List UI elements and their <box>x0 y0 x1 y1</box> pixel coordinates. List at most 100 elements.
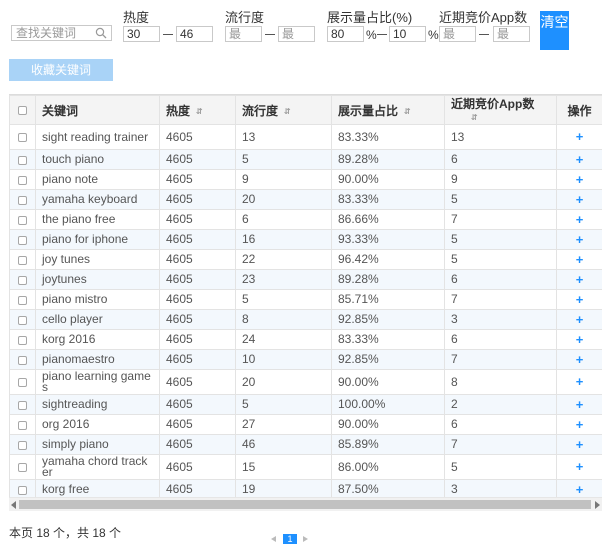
share-filter-label: 展示量占比(%) <box>327 7 412 26</box>
search-icon[interactable] <box>95 27 107 39</box>
add-keyword-icon[interactable]: + <box>576 352 584 367</box>
row-checkbox[interactable] <box>18 176 27 185</box>
add-keyword-icon[interactable]: + <box>576 252 584 267</box>
row-checkbox[interactable] <box>18 421 27 430</box>
select-all-checkbox[interactable] <box>18 106 27 115</box>
scrollbar-thumb[interactable] <box>19 500 591 509</box>
row-checkbox[interactable] <box>18 256 27 265</box>
row-checkbox[interactable] <box>18 441 27 450</box>
add-keyword-icon[interactable]: + <box>576 232 584 247</box>
heat-min-input[interactable] <box>123 26 160 42</box>
heat-cell: 4605 <box>160 370 236 395</box>
add-keyword-icon[interactable]: + <box>576 312 584 327</box>
scroll-right-arrow-icon[interactable] <box>595 501 600 509</box>
popularity-cell: 5 <box>236 290 332 310</box>
share-min-percent: % <box>366 28 377 42</box>
add-keyword-icon[interactable]: + <box>576 129 584 144</box>
row-select-cell <box>10 230 36 250</box>
heat-max-input[interactable] <box>176 26 213 42</box>
actions-cell: + <box>557 170 602 190</box>
heat-cell: 4605 <box>160 330 236 350</box>
add-keyword-icon[interactable]: + <box>576 332 584 347</box>
apps-cell: 9 <box>445 170 557 190</box>
apps-min-input[interactable] <box>439 26 476 42</box>
row-select-cell <box>10 270 36 290</box>
share-cell: 89.28% <box>332 150 445 170</box>
popularity-cell: 13 <box>236 125 332 150</box>
sort-icon[interactable]: ⇵ <box>471 111 479 124</box>
add-keyword-icon[interactable]: + <box>576 272 584 287</box>
add-keyword-icon[interactable]: + <box>576 417 584 432</box>
keyword-search-input[interactable] <box>12 26 94 40</box>
row-checkbox[interactable] <box>18 196 27 205</box>
sort-icon[interactable]: ⇵ <box>196 107 204 116</box>
popularity-min-input[interactable] <box>225 26 262 42</box>
row-checkbox[interactable] <box>18 276 27 285</box>
row-checkbox[interactable] <box>18 236 27 245</box>
add-keyword-icon[interactable]: + <box>576 437 584 452</box>
table-row: sightreading46055100.00%2+ <box>10 395 602 415</box>
heat-cell: 4605 <box>160 395 236 415</box>
row-checkbox[interactable] <box>18 216 27 225</box>
add-keyword-icon[interactable]: + <box>576 292 584 307</box>
add-keyword-icon[interactable]: + <box>576 212 584 227</box>
row-checkbox[interactable] <box>18 316 27 325</box>
column-header-heat[interactable]: 热度⇵ <box>160 96 236 125</box>
share-min-input[interactable] <box>327 26 364 42</box>
clear-filters-button[interactable]: 清空 <box>540 11 569 50</box>
prev-page-icon[interactable] <box>271 536 276 542</box>
add-keyword-icon[interactable]: + <box>576 482 584 497</box>
add-keyword-icon[interactable]: + <box>576 374 584 389</box>
apps-max-input[interactable] <box>493 26 530 42</box>
share-max-input[interactable] <box>389 26 426 42</box>
column-header-keyword: 关键词 <box>36 96 160 125</box>
apps-cell: 5 <box>445 230 557 250</box>
row-select-cell <box>10 210 36 230</box>
column-header-popularity[interactable]: 流行度⇵ <box>236 96 332 125</box>
sort-icon[interactable]: ⇵ <box>404 107 412 116</box>
table-row: korg 201646052483.33%6+ <box>10 330 602 350</box>
share-cell: 90.00% <box>332 170 445 190</box>
row-checkbox[interactable] <box>18 378 27 387</box>
page-number-current[interactable]: 1 <box>283 534 297 544</box>
row-checkbox[interactable] <box>18 401 27 410</box>
row-checkbox[interactable] <box>18 156 27 165</box>
sort-icon[interactable]: ⇵ <box>284 107 292 116</box>
keyword-cell: yamaha chord tracker <box>36 455 160 480</box>
table-row: piano mistro4605585.71%7+ <box>10 290 602 310</box>
apps-cell: 7 <box>445 210 557 230</box>
keyword-search-box <box>11 25 112 41</box>
add-keyword-icon[interactable]: + <box>576 172 584 187</box>
row-checkbox[interactable] <box>18 356 27 365</box>
favorite-keywords-button[interactable]: 收藏关键词 <box>9 59 113 81</box>
heat-cell: 4605 <box>160 350 236 370</box>
row-select-cell <box>10 395 36 415</box>
share-cell: 100.00% <box>332 395 445 415</box>
actions-cell: + <box>557 435 602 455</box>
horizontal-scrollbar[interactable] <box>9 497 602 511</box>
popularity-max-input[interactable] <box>278 26 315 42</box>
add-keyword-icon[interactable]: + <box>576 152 584 167</box>
actions-cell: + <box>557 415 602 435</box>
row-checkbox[interactable] <box>18 486 27 495</box>
add-keyword-icon[interactable]: + <box>576 397 584 412</box>
row-checkbox[interactable] <box>18 133 27 142</box>
row-checkbox[interactable] <box>18 463 27 472</box>
share-cell: 90.00% <box>332 370 445 395</box>
actions-cell: + <box>557 270 602 290</box>
share-cell: 85.89% <box>332 435 445 455</box>
scroll-left-arrow-icon[interactable] <box>11 501 16 509</box>
popularity-cell: 15 <box>236 455 332 480</box>
next-page-icon[interactable] <box>303 536 308 542</box>
share-cell: 83.33% <box>332 190 445 210</box>
add-keyword-icon[interactable]: + <box>576 192 584 207</box>
row-checkbox[interactable] <box>18 296 27 305</box>
add-keyword-icon[interactable]: + <box>576 459 584 474</box>
table-row: yamaha chord tracker46051586.00%5+ <box>10 455 602 480</box>
column-header-apps[interactable]: 近期竞价App数⇵ <box>445 96 557 125</box>
apps-cell: 13 <box>445 125 557 150</box>
keyword-cell: the piano free <box>36 210 160 230</box>
row-checkbox[interactable] <box>18 336 27 345</box>
column-header-share[interactable]: 展示量占比⇵ <box>332 96 445 125</box>
actions-cell: + <box>557 395 602 415</box>
